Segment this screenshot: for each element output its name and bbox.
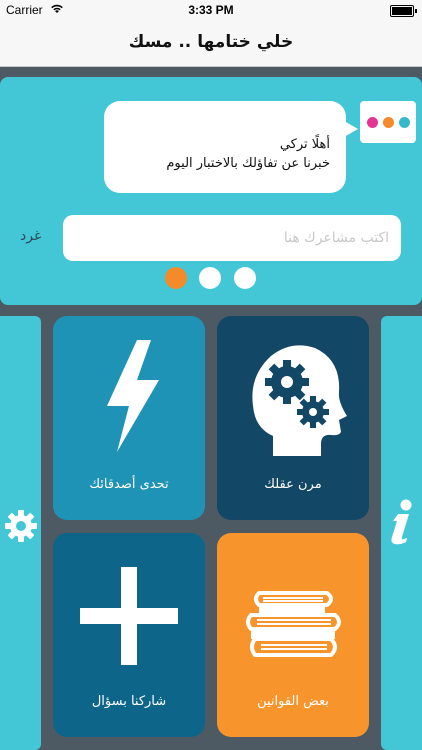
tweet-button[interactable]: غرد — [20, 228, 41, 244]
books-icon — [246, 591, 341, 657]
navigation-bar: خلي ختامها .. مسك — [0, 20, 422, 67]
some-rules-label: بعض القوانين — [257, 694, 329, 709]
status-bar: Carrier 3:33 PM — [0, 0, 422, 20]
ask-question-label: شاركنا بسؤال — [91, 694, 167, 709]
prompt-message: خبرنا عن تفاؤلك بالاختبار اليوم — [166, 156, 330, 171]
some-rules-tile[interactable]: بعض القوانين — [217, 533, 369, 737]
page-indicator-dot-1[interactable] — [165, 267, 187, 289]
chat-bubble: أهلًا تركي خبرنا عن تفاؤلك بالاختبار الي… — [104, 101, 358, 193]
gear-icon[interactable] — [4, 509, 38, 543]
feelings-input[interactable] — [63, 215, 401, 261]
avatar — [360, 101, 416, 143]
page-title: خلي ختامها .. مسك — [128, 32, 294, 52]
battery-icon — [390, 5, 417, 17]
avatar-dot-orange — [383, 117, 394, 128]
train-mind-tile[interactable]: مرن عقلك — [217, 316, 369, 520]
challenge-friends-label: تحدى أصدقائك — [89, 477, 169, 492]
lightning-icon — [107, 340, 159, 452]
avatar-dot-blue — [399, 117, 410, 128]
page-indicator-dot-2[interactable] — [199, 267, 221, 289]
status-time: 3:33 PM — [188, 3, 234, 17]
page-indicator-dot-3[interactable] — [234, 267, 256, 289]
avatar-dot-pink — [367, 117, 378, 128]
brain-gears-icon — [252, 345, 347, 456]
info-icon[interactable] — [387, 499, 415, 545]
ask-question-tile[interactable]: شاركنا بسؤال — [53, 533, 205, 737]
plus-icon — [80, 567, 178, 665]
train-mind-label: مرن عقلك — [264, 477, 322, 492]
settings-side-tab[interactable] — [0, 316, 41, 750]
challenge-friends-tile[interactable]: تحدى أصدقائك — [53, 316, 205, 520]
info-side-tab[interactable] — [381, 316, 422, 750]
greeting-text: أهلًا تركي — [279, 137, 330, 152]
feed-panel: أهلًا تركي خبرنا عن تفاؤلك بالاختبار الي… — [0, 77, 422, 305]
